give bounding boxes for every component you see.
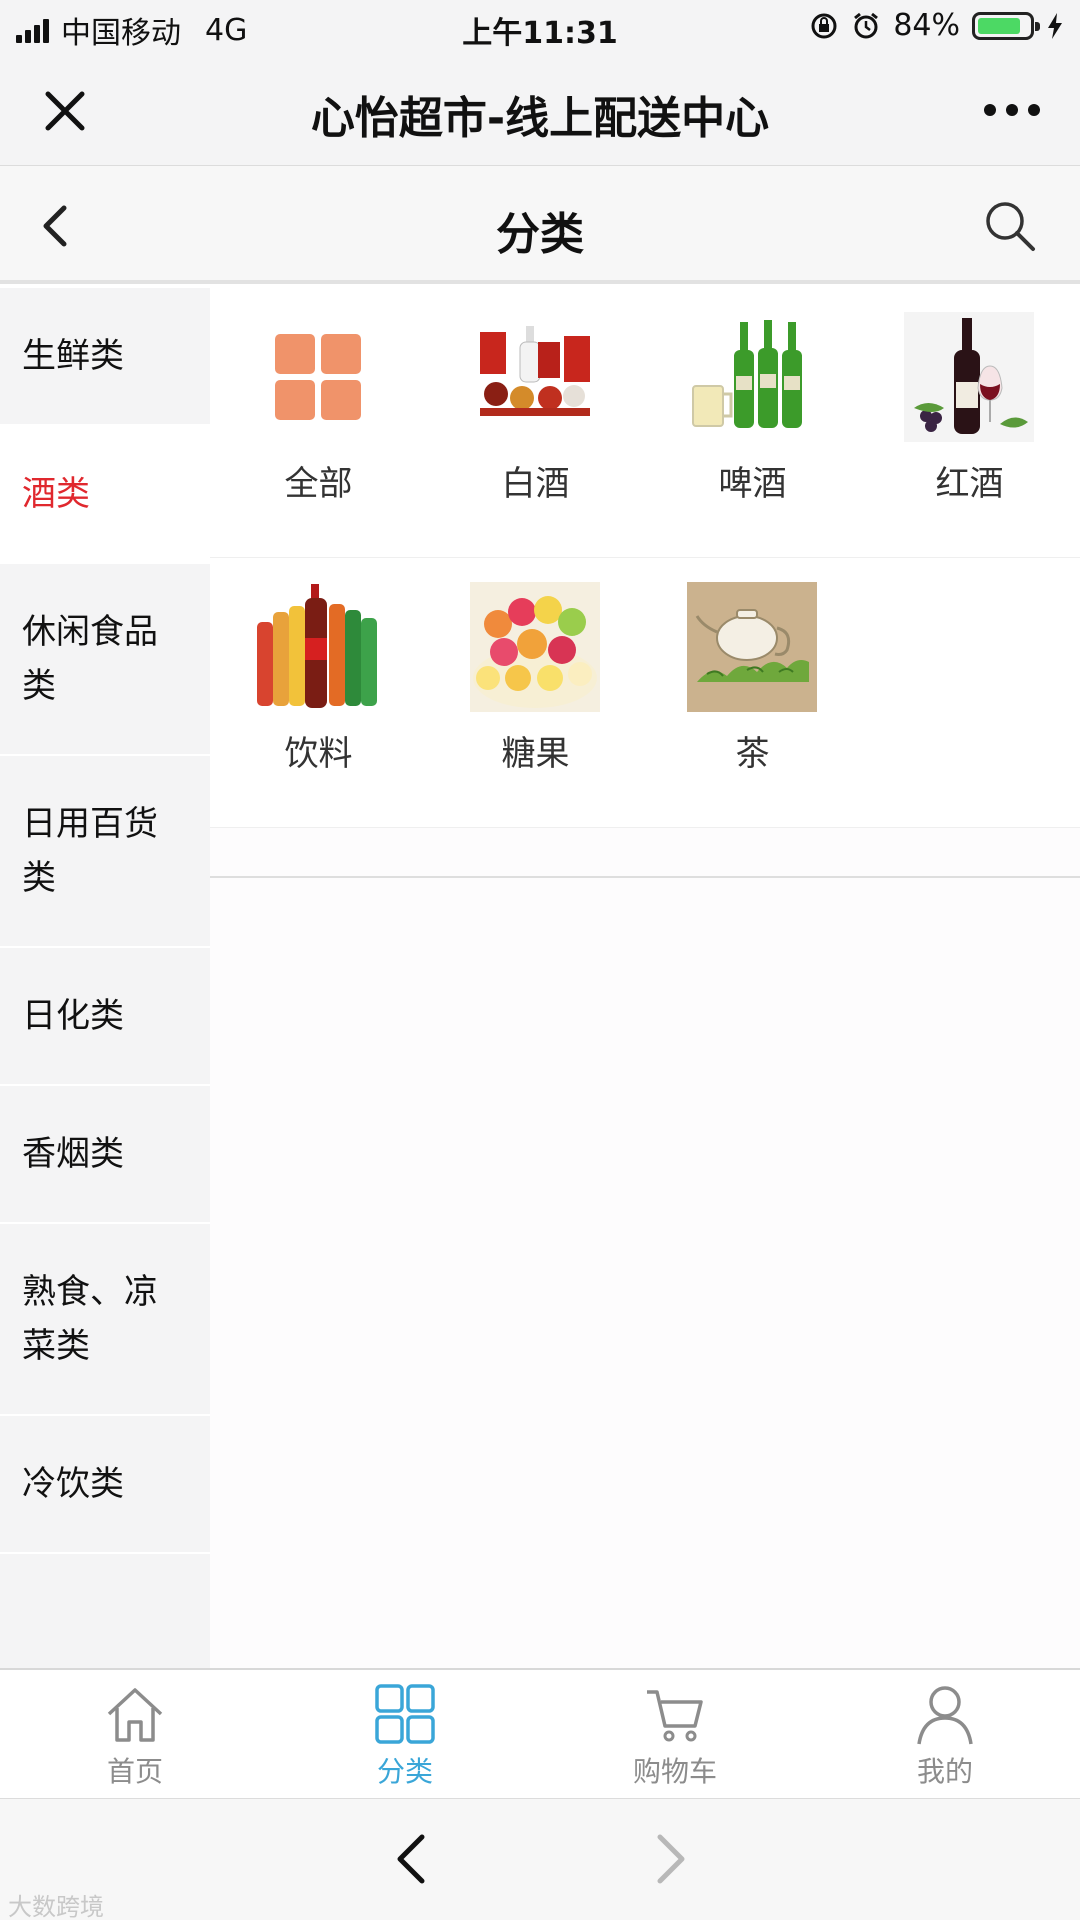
category-label: 糖果 xyxy=(501,734,570,774)
sidebar-item-label: 酒类 xyxy=(22,474,90,514)
category-sidebar: 生鲜类 酒类 休闲食品类 日用百货类 日化类 香烟类 熟食、凉菜类 冷饮类 xyxy=(0,288,210,1668)
category-red-wine[interactable]: 红酒 xyxy=(861,288,1078,558)
rotation-lock-icon xyxy=(811,13,837,38)
category-candy[interactable]: 糖果 xyxy=(427,558,644,828)
category-tea[interactable]: 茶 xyxy=(644,558,861,828)
sidebar-item-label: 熟食、凉菜类 xyxy=(22,1272,158,1366)
status-bar: 中国移动 4G 上午11:31 84% xyxy=(0,0,1080,56)
sidebar-item-deli[interactable]: 熟食、凉菜类 xyxy=(0,1224,210,1416)
category-content: 全部 白酒 啤酒 红酒 饮料 糖果 茶 xyxy=(210,288,1080,1668)
content-divider xyxy=(210,876,1080,878)
category-baijiu[interactable]: 白酒 xyxy=(427,288,644,558)
page-title: 分类 xyxy=(496,209,584,260)
sidebar-item-alcohol[interactable]: 酒类 xyxy=(0,426,210,564)
beer-image xyxy=(692,320,802,428)
category-grid-icon xyxy=(375,1684,435,1744)
system-nav-bar: 大数跨境 xyxy=(0,1798,1080,1921)
category-beer[interactable]: 啤酒 xyxy=(644,288,861,558)
sidebar-item-label: 冷饮类 xyxy=(22,1464,124,1504)
charging-icon xyxy=(1048,12,1062,39)
category-label: 红酒 xyxy=(935,464,1004,504)
category-label: 全部 xyxy=(284,464,353,504)
category-all[interactable]: 全部 xyxy=(210,288,427,558)
battery-percent: 84% xyxy=(893,8,960,43)
battery-icon xyxy=(972,11,1040,40)
tab-label: 购物车 xyxy=(632,1755,717,1788)
sidebar-item-label: 日化类 xyxy=(22,996,124,1036)
category-drinks[interactable]: 饮料 xyxy=(210,558,427,828)
sidebar-item-cold-drinks[interactable]: 冷饮类 xyxy=(0,1416,210,1554)
close-icon[interactable] xyxy=(40,86,90,136)
tab-category[interactable]: 分类 xyxy=(270,1670,540,1800)
tab-label: 分类 xyxy=(376,1755,433,1788)
sidebar-item-fresh[interactable]: 生鲜类 xyxy=(0,288,210,426)
alarm-icon xyxy=(854,12,879,38)
sidebar-item-label: 香烟类 xyxy=(22,1134,124,1174)
home-icon xyxy=(107,1688,163,1742)
candy-image xyxy=(470,582,600,712)
nav-back-icon[interactable] xyxy=(392,1831,432,1887)
more-dots-icon[interactable] xyxy=(984,104,1040,116)
sidebar-item-cigarettes[interactable]: 香烟类 xyxy=(0,1086,210,1224)
sidebar-item-snacks[interactable]: 休闲食品类 xyxy=(0,564,210,756)
red-wine-image xyxy=(904,312,1034,442)
tab-home[interactable]: 首页 xyxy=(0,1670,270,1800)
battery-fill xyxy=(978,17,1020,34)
tab-cart[interactable]: 购物车 xyxy=(540,1670,810,1800)
tab-mine[interactable]: 我的 xyxy=(810,1670,1080,1800)
category-label: 饮料 xyxy=(284,734,353,774)
nav-forward-icon[interactable] xyxy=(650,1831,690,1887)
sidebar-item-daily-goods[interactable]: 日用百货类 xyxy=(0,756,210,948)
sidebar-item-label: 生鲜类 xyxy=(22,336,124,376)
watermark: 大数跨境 xyxy=(8,1893,104,1921)
category-row: 饮料 糖果 茶 xyxy=(210,558,1080,828)
status-right: 84% xyxy=(809,8,1064,43)
user-icon xyxy=(917,1686,973,1745)
all-grid-icon xyxy=(275,334,361,420)
search-icon[interactable] xyxy=(980,196,1040,256)
sidebar-item-label: 日用百货类 xyxy=(22,804,158,898)
tab-label: 我的 xyxy=(916,1755,973,1788)
category-label: 啤酒 xyxy=(718,464,787,504)
page-header: 分类 xyxy=(0,166,1080,284)
tea-image xyxy=(687,582,817,712)
sidebar-item-label: 休闲食品类 xyxy=(22,612,158,706)
sidebar-item-toiletries[interactable]: 日化类 xyxy=(0,948,210,1086)
bottom-tab-bar: 首页 分类 购物车 我的 xyxy=(0,1668,1080,1798)
drinks-image xyxy=(257,584,377,708)
app-title: 心怡超市-线上配送中心 xyxy=(310,93,770,144)
baijiu-image xyxy=(480,326,590,416)
category-label: 白酒 xyxy=(501,464,570,504)
cart-icon xyxy=(647,1690,703,1742)
category-row: 全部 白酒 啤酒 红酒 xyxy=(210,288,1080,558)
category-label: 茶 xyxy=(735,734,770,774)
app-title-bar: 心怡超市-线上配送中心 xyxy=(0,56,1080,166)
tab-label: 首页 xyxy=(106,1755,163,1788)
